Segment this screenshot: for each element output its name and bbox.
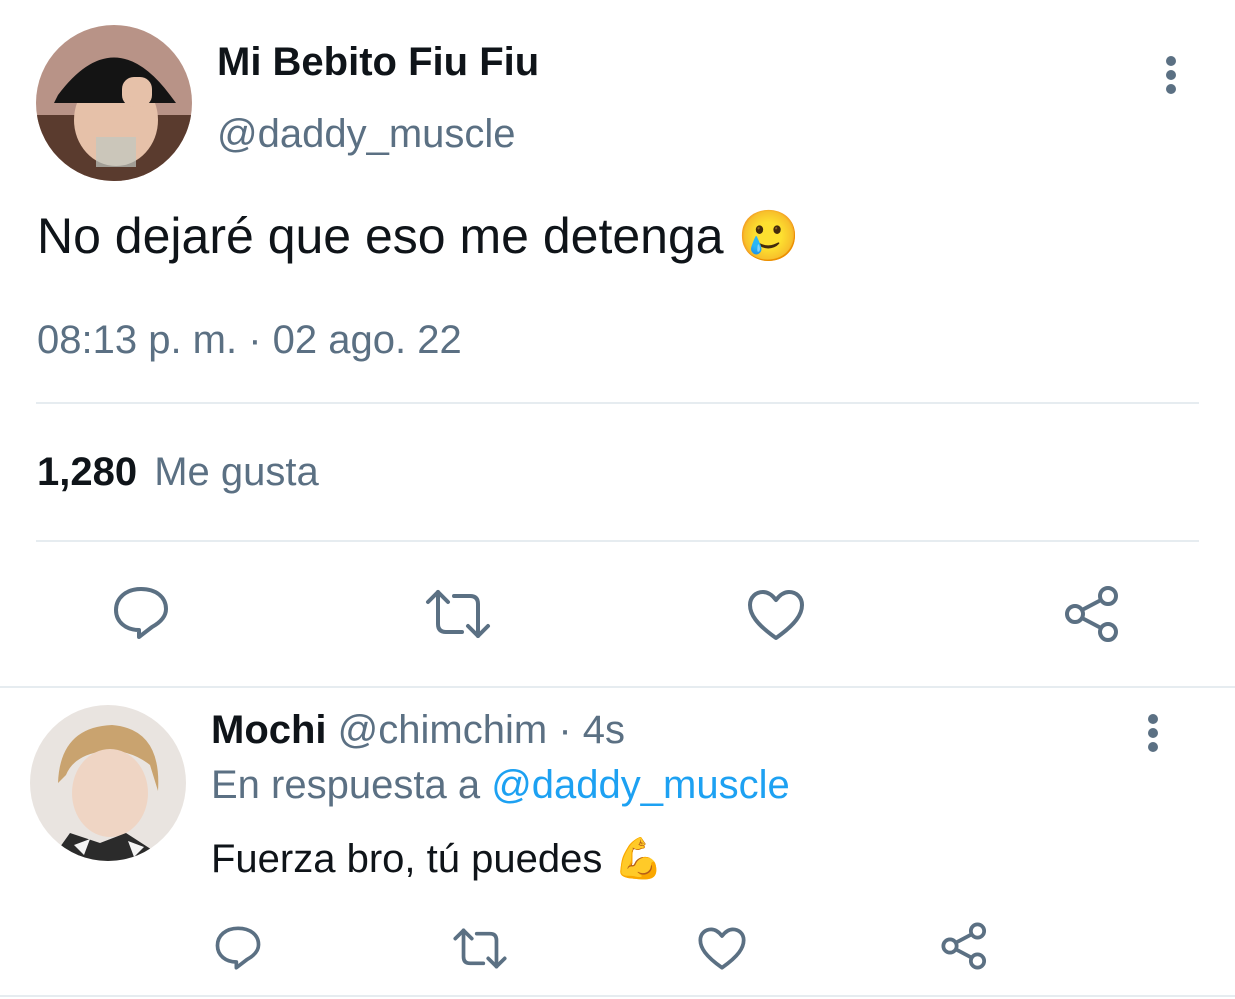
reply-share-icon[interactable] [940, 921, 990, 971]
author-handle[interactable]: @daddy_muscle [217, 112, 516, 157]
reply-like-icon[interactable] [697, 926, 747, 971]
divider [0, 995, 1235, 997]
reply-text: Fuerza bro, tú puedes 💪 [211, 835, 663, 882]
reply-author-name[interactable]: Mochi [211, 708, 327, 752]
reply-more-vertical-icon[interactable] [1140, 713, 1166, 753]
reply-reply-icon[interactable] [214, 925, 262, 971]
reply-context: En respuesta a @daddy_muscle [211, 763, 790, 808]
divider [36, 402, 1199, 404]
divider [0, 686, 1235, 688]
tweet-text-content: No dejaré que eso me detenga [37, 208, 724, 264]
likes-count-row[interactable]: 1,280 Me gusta [37, 450, 319, 495]
reply-icon[interactable] [112, 585, 170, 641]
reply-author-avatar[interactable] [30, 705, 186, 861]
reply-author-handle[interactable]: @chimchim [338, 708, 548, 752]
divider [36, 540, 1199, 542]
smiling-tear-emoji: 🥲 [737, 208, 800, 264]
flexed-biceps-emoji: 💪 [613, 837, 664, 881]
reply-prefix: En respuesta a [211, 763, 481, 807]
retweet-icon[interactable] [424, 588, 492, 640]
author-avatar[interactable] [36, 25, 192, 181]
likes-label: Me gusta [154, 450, 319, 494]
likes-count: 1,280 [37, 450, 138, 494]
tweet-text: No dejaré que eso me detenga 🥲 [37, 207, 800, 266]
tweet-timestamp[interactable]: 08:13 p. m. · 02 ago. 22 [37, 318, 462, 363]
share-icon[interactable] [1063, 584, 1123, 644]
more-vertical-icon[interactable] [1158, 55, 1184, 95]
reply-to-link[interactable]: @daddy_muscle [491, 763, 790, 807]
reply-time[interactable]: · 4s [558, 708, 625, 752]
like-icon[interactable] [746, 588, 806, 642]
reply-header: Mochi @chimchim · 4s [211, 708, 625, 753]
author-name[interactable]: Mi Bebito Fiu Fiu [217, 40, 539, 85]
reply-text-content: Fuerza bro, tú puedes [211, 837, 603, 881]
reply-retweet-icon[interactable] [452, 927, 508, 970]
